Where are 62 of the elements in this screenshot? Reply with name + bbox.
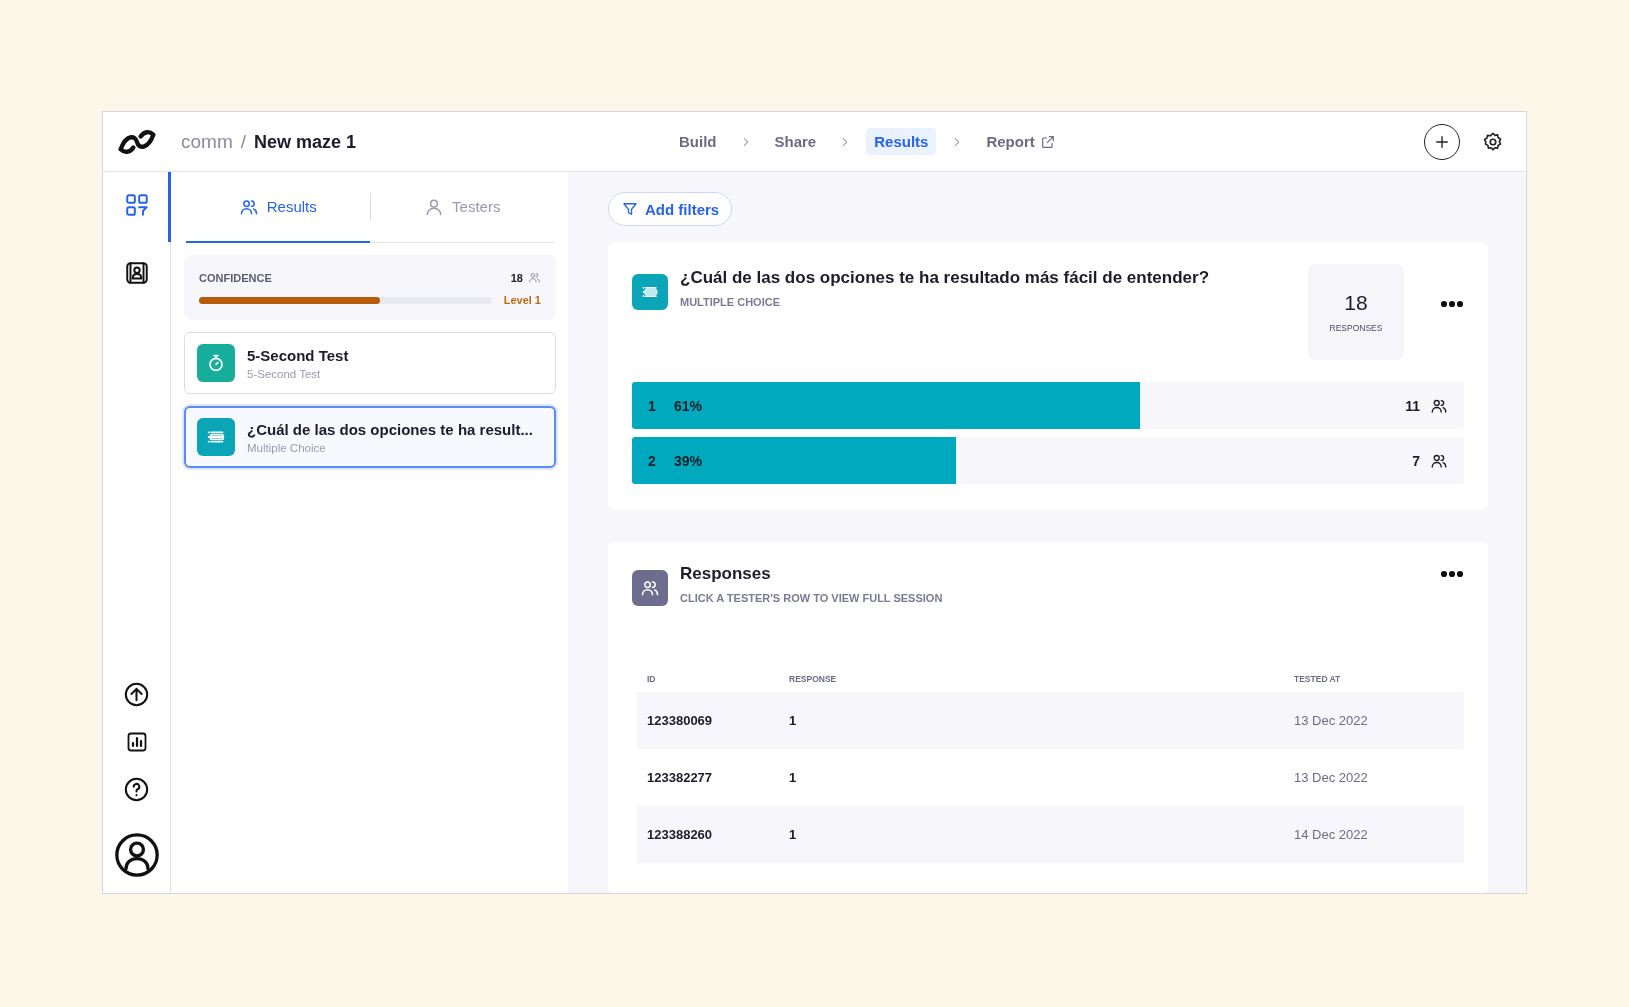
people-icon bbox=[640, 578, 660, 598]
question-type: MULTIPLE CHOICE bbox=[680, 296, 781, 308]
panel-tab[interactable]: Results bbox=[186, 172, 370, 243]
column-header: TESTED AT bbox=[1284, 674, 1464, 692]
settings-button[interactable] bbox=[1482, 130, 1504, 153]
table-cell: 123382277 bbox=[637, 749, 779, 806]
upload-icon bbox=[123, 681, 150, 708]
option-label: 2 bbox=[648, 452, 657, 469]
active-indicator bbox=[168, 172, 171, 242]
logo-icon bbox=[117, 128, 157, 155]
add-button[interactable] bbox=[1424, 123, 1460, 160]
avatar-button[interactable] bbox=[114, 833, 159, 877]
table-cell: 123388260 bbox=[637, 806, 779, 863]
tester-count: 18 bbox=[510, 271, 523, 284]
block-item[interactable]: 5-Second Test 5-Second Test bbox=[184, 332, 556, 394]
column-header: ID bbox=[637, 674, 779, 692]
add-filters-button[interactable]: Add filters bbox=[608, 192, 733, 226]
option-percent: 39% bbox=[674, 452, 703, 469]
table-cell: 1 bbox=[779, 692, 1284, 749]
option-count: 7 bbox=[1412, 452, 1420, 469]
panel-tab[interactable]: Testers bbox=[370, 172, 554, 243]
option-count: 11 bbox=[1405, 397, 1420, 414]
more-button[interactable] bbox=[1440, 300, 1464, 308]
step-tab[interactable]: Report bbox=[978, 128, 1064, 155]
card-subtitle: CLICK A TESTER'S ROW TO VIEW FULL SESSION bbox=[680, 592, 944, 604]
block-item[interactable]: ¿Cuál de las dos opciones te ha result... Multiple Choice bbox=[184, 406, 556, 468]
contacts-icon bbox=[123, 260, 150, 286]
filter-icon bbox=[621, 200, 639, 218]
dashboard-icon bbox=[123, 192, 150, 218]
table-cell: 13 Dec 2022 bbox=[1284, 749, 1464, 806]
confidence-label: CONFIDENCE bbox=[199, 271, 273, 284]
external-link-icon bbox=[1039, 133, 1056, 150]
option-label: 1 bbox=[648, 397, 657, 414]
question-title: ¿Cuál de las dos opciones te ha resultado más fácil de entender? bbox=[680, 268, 1211, 288]
table-cell: 123380069 bbox=[637, 692, 779, 749]
people-icon bbox=[528, 271, 541, 284]
confidence-level: Level 1 bbox=[503, 294, 541, 306]
upload-button[interactable] bbox=[123, 681, 150, 708]
step-tab[interactable]: Results bbox=[866, 128, 937, 155]
table-cell: 13 Dec 2022 bbox=[1284, 692, 1464, 749]
card-title: Responses bbox=[680, 564, 772, 584]
stat-value: 18 bbox=[1344, 291, 1368, 315]
workspace-link[interactable]: comm bbox=[181, 130, 233, 153]
column-header: RESPONSE bbox=[779, 674, 1284, 692]
help-icon bbox=[123, 776, 150, 803]
project-title: New maze 1 bbox=[254, 131, 357, 153]
dashboard-button[interactable] bbox=[123, 192, 150, 218]
more-icon bbox=[1440, 300, 1464, 308]
contacts-button[interactable] bbox=[123, 260, 150, 286]
help-button[interactable] bbox=[123, 776, 150, 803]
avatar-icon bbox=[114, 833, 159, 877]
settings-icon bbox=[1482, 130, 1504, 153]
table-cell: 1 bbox=[779, 749, 1284, 806]
breadcrumb-separator: / bbox=[240, 130, 246, 153]
step-tab[interactable]: Share bbox=[766, 128, 825, 155]
table-cell: 1 bbox=[779, 806, 1284, 863]
more-icon bbox=[1440, 570, 1464, 578]
option-percent: 61% bbox=[674, 397, 703, 414]
more-button[interactable] bbox=[1440, 570, 1464, 578]
stat-label: RESPONSES bbox=[1329, 323, 1383, 333]
table-cell: 14 Dec 2022 bbox=[1284, 806, 1464, 863]
step-tab[interactable]: Build bbox=[671, 128, 725, 155]
